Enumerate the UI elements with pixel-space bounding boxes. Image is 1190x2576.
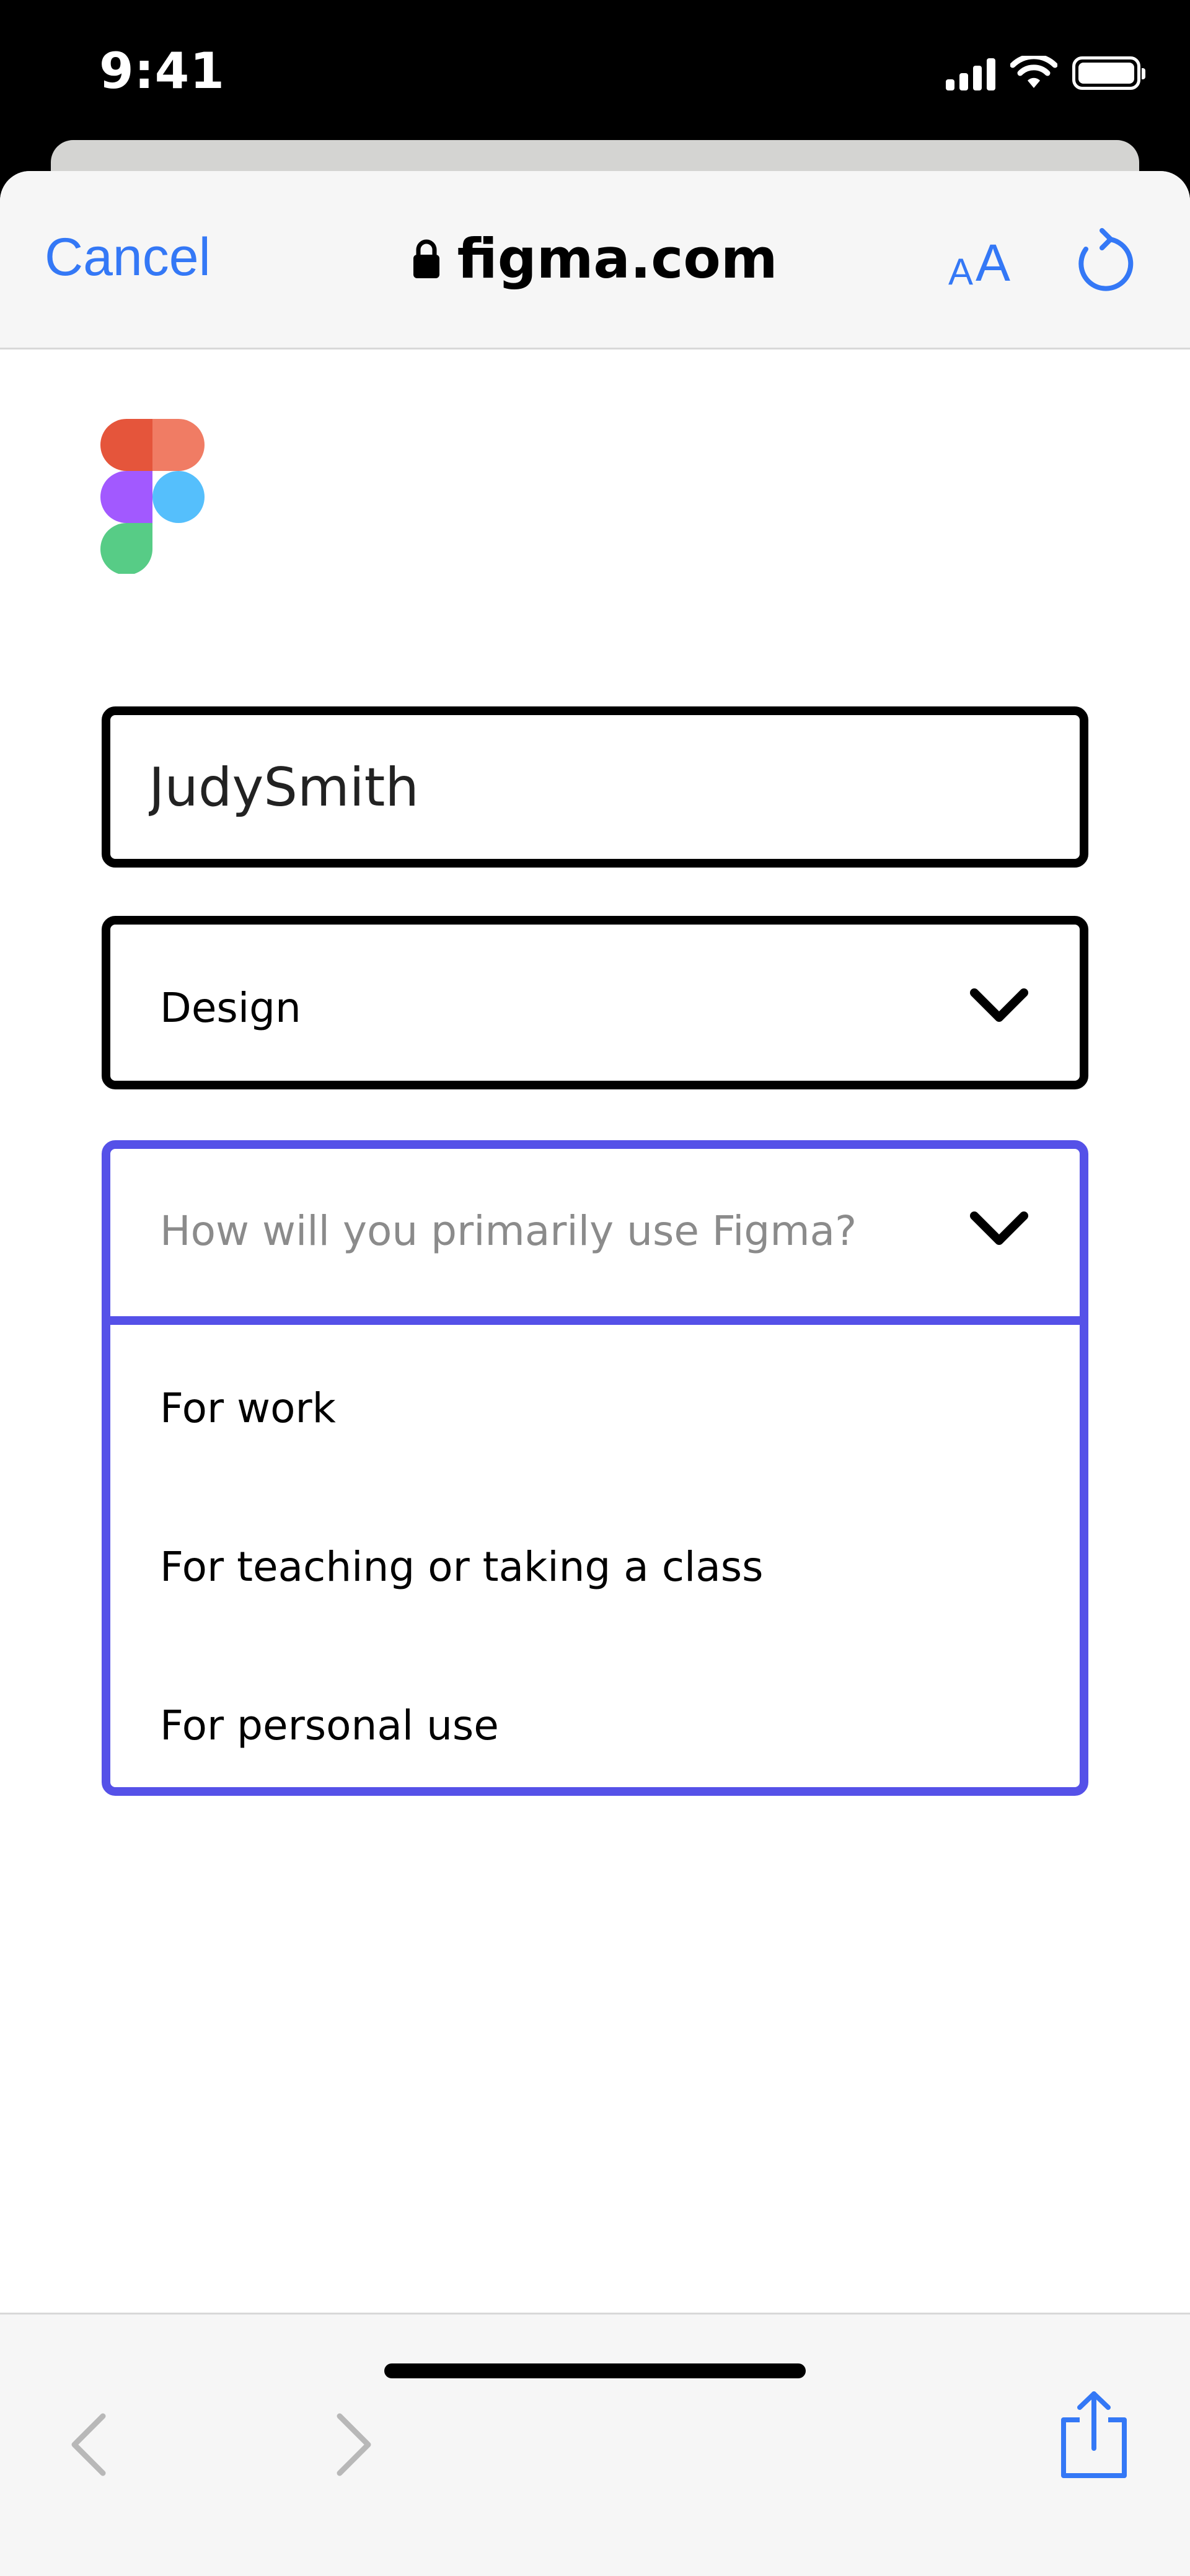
name-field[interactable]	[102, 706, 1088, 868]
back-icon[interactable]	[56, 2407, 130, 2482]
option-label: For work	[160, 1384, 336, 1432]
option-for-teaching[interactable]: For teaching or taking a class	[110, 1484, 1080, 1642]
wifi-icon	[1010, 56, 1057, 88]
reload-icon[interactable]	[1071, 228, 1139, 296]
usage-select[interactable]: How will you primarily use Figma?	[110, 1149, 1080, 1325]
name-input[interactable]	[148, 715, 1018, 860]
browser-bottom-bar	[0, 2313, 1190, 2576]
usage-placeholder: How will you primarily use Figma?	[160, 1207, 857, 1255]
text-size-small-glyph: A	[948, 251, 974, 292]
status-time: 9:41	[99, 42, 225, 100]
address-bar[interactable]: figma.com	[0, 227, 1190, 291]
chevron-down-icon	[970, 1211, 1028, 1245]
browser-sheet: Cancel figma.com AA Design	[0, 171, 1190, 2576]
role-selected-value: Design	[160, 984, 301, 1032]
status-bar: 9:41	[0, 0, 1190, 143]
lock-icon	[413, 239, 440, 278]
option-for-work[interactable]: For work	[110, 1325, 1080, 1484]
forward-icon[interactable]	[312, 2407, 387, 2482]
option-for-personal-use[interactable]: For personal use	[110, 1642, 1080, 1801]
text-size-large-glyph: A	[976, 234, 1011, 292]
figma-logo	[100, 419, 205, 574]
reader-text-size-button[interactable]: AA	[948, 233, 1010, 293]
browser-toolbar: Cancel figma.com AA	[0, 171, 1190, 349]
usage-dropdown: How will you primarily use Figma? For wo…	[102, 1140, 1088, 1796]
option-label: For personal use	[160, 1702, 499, 1749]
home-indicator[interactable]	[384, 2363, 806, 2378]
chevron-down-icon	[970, 988, 1028, 1022]
option-label: For teaching or taking a class	[160, 1543, 764, 1591]
role-select[interactable]: Design	[102, 916, 1088, 1089]
battery-icon	[1072, 56, 1145, 90]
signal-icon	[946, 56, 995, 90]
share-icon[interactable]	[1054, 2389, 1134, 2482]
status-icons	[946, 55, 1145, 92]
domain-label: figma.com	[457, 227, 778, 291]
